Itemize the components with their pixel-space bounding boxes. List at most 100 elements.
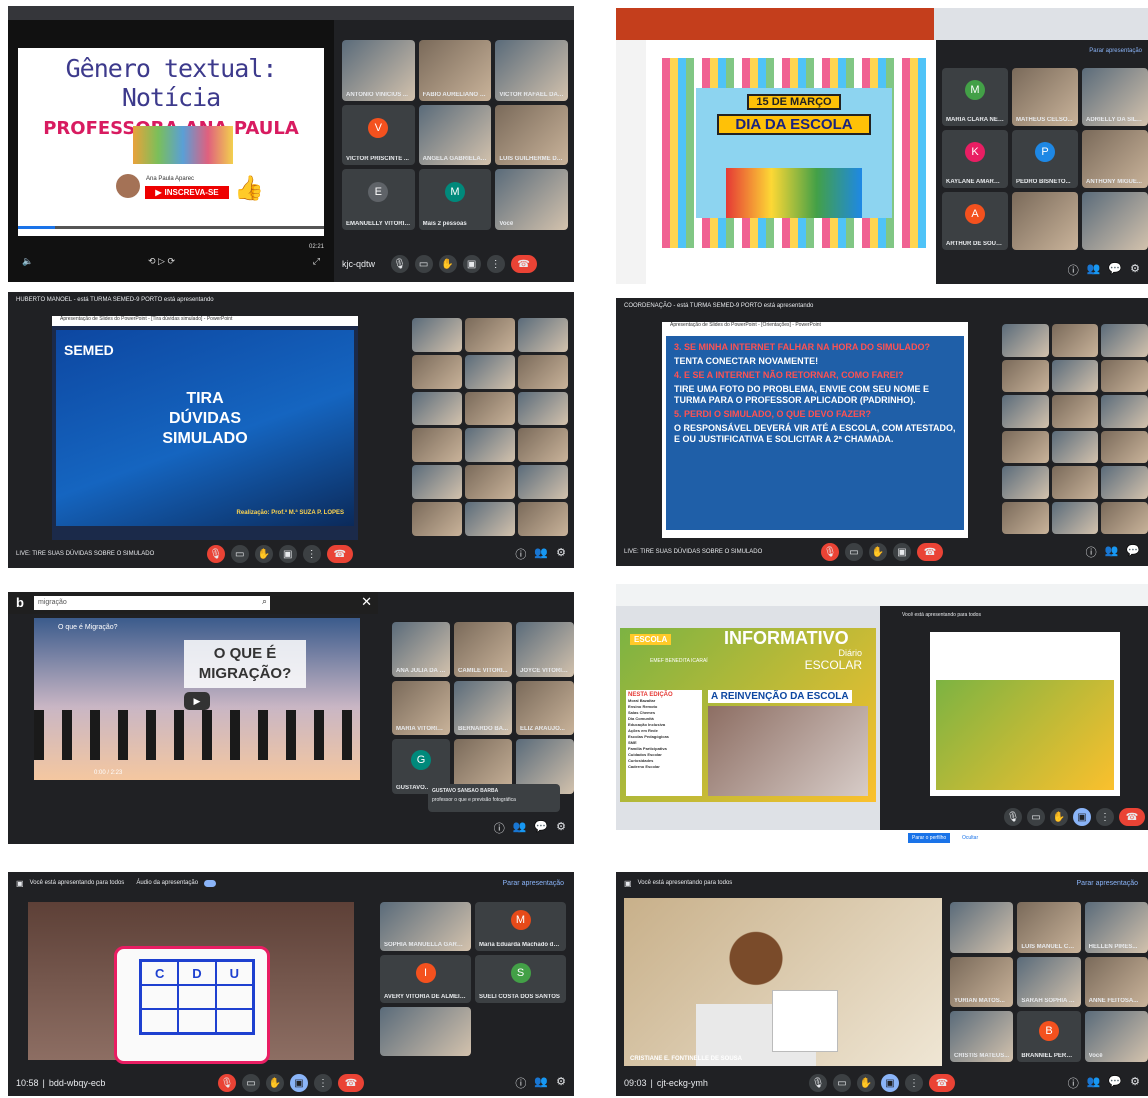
info-icon[interactable]: ⓘ [1068,262,1079,278]
participant-tile[interactable] [518,428,568,463]
hangup-icon[interactable]: ☎ [1119,808,1145,826]
participant-tile[interactable] [1002,466,1049,499]
info-icon[interactable]: ⓘ [1086,544,1097,560]
participant-tile[interactable] [950,902,1014,953]
participant-tile[interactable] [1101,359,1148,392]
hand-icon[interactable]: ✋ [1050,808,1068,826]
participant-tile[interactable] [1002,501,1049,534]
hand-icon[interactable]: ✋ [857,1074,875,1092]
activities-icon[interactable]: ⚙ [1130,1075,1140,1091]
participant-tile[interactable] [1082,192,1148,250]
participant-tile[interactable] [412,318,462,352]
participant-tile[interactable]: V VICTOR PRISCINTE ... [342,104,415,166]
participant-tile[interactable] [1051,324,1099,357]
participant-tile[interactable] [1051,466,1099,499]
participant-tile[interactable]: ANGELA GABRIELA D... [418,104,492,166]
participant-tile[interactable]: S SUELI COSTA DOS SANTOS [475,954,566,1004]
hangup-icon[interactable]: ☎ [929,1074,955,1092]
mic-icon[interactable]: 🎙 [1004,808,1022,826]
participant-tile[interactable]: CAMILE VITORI... [454,622,512,677]
participant-tile[interactable]: ANA JULIA DA S... [392,622,450,677]
more-icon[interactable]: ⋮ [905,1074,923,1092]
chat-toast[interactable]: GUSTAVO SANSAO BARBA professor o que e p… [428,784,560,812]
chat-icon[interactable]: 💬 [1108,1075,1122,1091]
participant-tile[interactable] [1101,501,1148,534]
participant-tile[interactable]: P PEDRO BISNETO... [1012,130,1078,188]
play-button[interactable]: ▶ [184,692,210,710]
participant-tile[interactable] [1101,430,1148,463]
participant-tile[interactable]: I AVERY VITORIA DE ALMEIDA B... [380,954,471,1004]
participant-tile[interactable] [465,502,515,536]
participant-tile[interactable] [518,502,568,536]
participant-tile[interactable] [412,428,462,463]
participant-tile[interactable] [1002,324,1049,357]
search-icon[interactable]: ⌕ [262,596,267,607]
participant-tile[interactable] [1002,359,1049,392]
mic-off-icon[interactable]: 🎙 [206,545,225,563]
more-icon[interactable]: ⋮ [1096,808,1114,826]
activities-icon[interactable]: ⚙ [1130,262,1140,278]
people-icon[interactable]: 👥 [1105,544,1119,560]
hangup-icon[interactable]: ☎ [326,545,353,563]
participant-tile[interactable]: M MARIA CLARA NEL... [942,68,1008,126]
participant-tile[interactable] [412,354,462,389]
participant-tile[interactable]: MATHEUS CELSO... [1012,68,1078,126]
hand-icon[interactable]: ✋ [254,545,273,563]
search-input[interactable]: migração [34,596,270,610]
present-icon[interactable]: ▣ [893,543,911,561]
participant-tile[interactable]: YURIAN MATOS... [950,956,1014,1008]
participant-tile[interactable]: ADRIELLY DA SILV... [1082,68,1148,126]
participant-tile[interactable] [518,465,568,500]
participant-tile[interactable]: SOPHIA MANUELLA GARCIA D... [380,902,471,951]
participant-tile[interactable] [1101,324,1148,357]
present-icon[interactable]: ▣ [290,1074,308,1092]
people-icon[interactable]: 👥 [534,546,548,562]
participant-tile[interactable]: ANTHONY MIGUE... [1082,130,1148,188]
participant-tile[interactable] [1051,501,1099,534]
present-icon[interactable]: ▣ [278,545,297,563]
participant-tile[interactable] [1012,192,1078,250]
participant-tile[interactable]: HELLEN PIRES... [1084,902,1148,953]
stop-presenting[interactable]: Parar apresentação [1077,880,1138,887]
mic-off-icon[interactable]: 🎙 [821,543,839,561]
activities-icon[interactable]: ⚙ [556,820,566,836]
video-progress[interactable] [18,226,324,229]
hangup-icon[interactable]: ☎ [510,255,537,273]
stop-presenting[interactable]: Parar apresentação [503,880,564,887]
activities-icon[interactable]: ⚙ [556,546,566,562]
participant-tile[interactable]: LUIS MANUEL CAR... [1017,902,1081,953]
camera-icon[interactable]: ▭ [1027,808,1045,826]
participant-tile[interactable]: ELIZ ARAUJO... [516,680,574,736]
camera-icon[interactable]: ▭ [833,1074,851,1092]
fullscreen-icon[interactable]: ⤢ [313,256,320,267]
participant-tile[interactable] [1101,395,1148,428]
participant-tile[interactable]: MARIA VITORIA... [392,680,450,736]
participant-tile[interactable]: Você [495,169,568,230]
mic-icon[interactable]: 🎙 [809,1074,827,1092]
subscribe-button[interactable]: ▶ INSCREVA-SE [145,186,229,199]
participant-tile[interactable]: LUIS GUILHERME DIX... [495,104,568,166]
participant-tile[interactable] [1051,395,1099,428]
participant-tile[interactable] [465,391,515,426]
participant-tile[interactable]: ANNE FEITOSA... [1084,956,1148,1008]
present-icon[interactable]: ▣ [462,255,481,273]
participant-tile[interactable] [1002,395,1049,428]
camera-icon[interactable]: ▭ [230,545,249,563]
hangup-icon[interactable]: ☎ [338,1074,364,1092]
video-area[interactable]: Gênero textual: Notícia PROFESSORA ANA P… [8,20,334,242]
camera-icon[interactable]: ▭ [845,543,863,561]
hand-icon[interactable]: ✋ [869,543,887,561]
info-icon[interactable]: ⓘ [515,546,526,562]
participant-tile[interactable]: CRISTIS MATEUS... [950,1011,1014,1062]
participant-tile[interactable]: K KAYLANE AMARAL... [942,130,1008,188]
people-icon[interactable]: 👥 [1087,262,1101,278]
participant-tile[interactable] [1101,466,1148,499]
chat-icon[interactable]: 💬 [534,820,548,836]
participant-tile[interactable]: B BRANNIEL PEROW... [1017,1011,1081,1062]
share-button[interactable]: Parar o perfilho [908,833,951,843]
participant-tile[interactable] [465,354,515,389]
info-icon[interactable]: ⓘ [515,1075,526,1091]
participant-tile[interactable]: E EMANUELLY VITORIA ... [342,169,415,230]
participant-tile[interactable] [412,502,462,536]
present-icon[interactable]: ▣ [881,1074,899,1092]
